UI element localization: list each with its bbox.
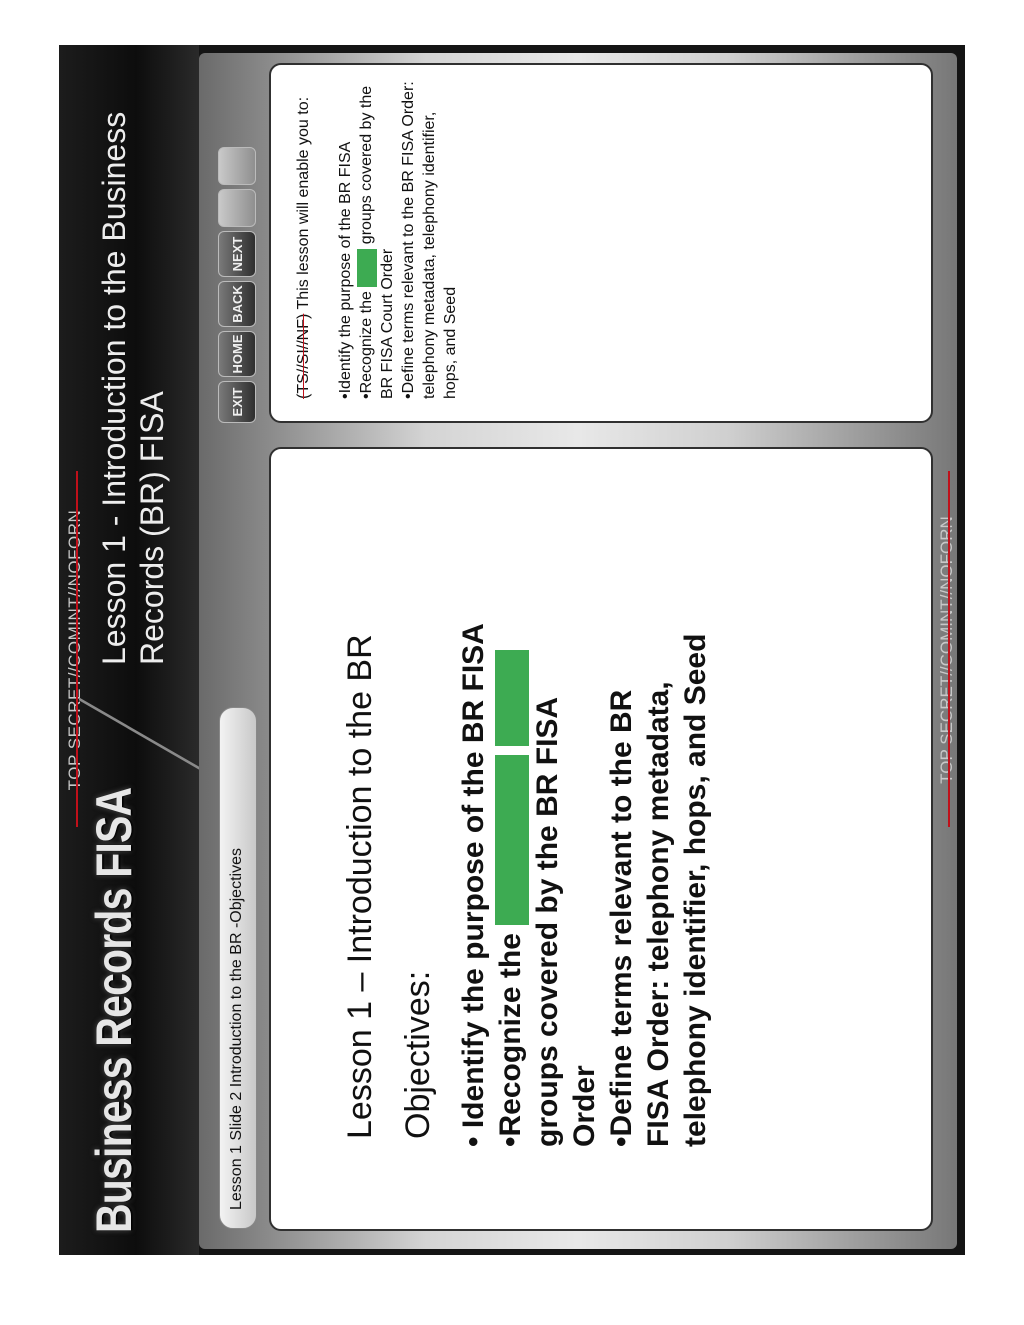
summary-panel: (TS//SI//NF) This lesson will enable you… [269, 63, 933, 423]
home-button[interactable]: HOME [218, 331, 256, 377]
objective-text: Identify the purpose of the BR FISA [457, 623, 490, 1129]
redaction-block [357, 248, 377, 287]
objective-item: •Define terms relevant to the BR FISA Or… [605, 633, 712, 1147]
redaction-block [495, 650, 529, 747]
summary-item-text: Define terms relevant to the BR FISA Ord… [400, 81, 459, 399]
breadcrumb-bar: Lesson 1 Slide 2 Introduction to the BR … [219, 707, 257, 1229]
redaction-block [495, 754, 529, 925]
next-button[interactable]: NEXT [218, 231, 256, 277]
header-divider [79, 697, 199, 770]
lesson-title: Lesson 1 - Introduction to the Business … [96, 111, 170, 665]
navigation-bar: EXIT HOME BACK NEXT [215, 67, 259, 423]
classification-strike-top [76, 471, 78, 827]
classification-marking: (TS//SI//NF) [295, 313, 312, 399]
classification-banner-top: TOP SECRET//COMINT//NOFORN [65, 45, 85, 1255]
nav-placeholder-button [218, 189, 256, 227]
summary-item: •Recognize the groups covered by the BR … [357, 85, 396, 399]
summary-intro: (TS//SI//NF) This lesson will enable you… [293, 81, 314, 399]
summary-item-text: Recognize the [358, 291, 375, 394]
exit-button[interactable]: EXIT [218, 381, 256, 423]
objectives-list: • Identify the purpose of the BR FISA •R… [455, 617, 714, 1147]
app-logo: Business Records FISA [86, 787, 142, 1233]
classification-bottom-text: TOP SECRET//COMINT//NOFORN [937, 516, 956, 784]
objective-item: •Recognize the groups covered by the BR … [492, 617, 603, 1147]
breadcrumb: Lesson 1 Slide 2 Introduction to the BR … [228, 848, 245, 1210]
slide-screen: TOP SECRET//COMINT//NOFORN Business Reco… [59, 45, 965, 1255]
header: TOP SECRET//COMINT//NOFORN Business Reco… [59, 45, 199, 1255]
classification-strike-bottom [948, 471, 950, 827]
objective-item: • Identify the purpose of the BR FISA [457, 623, 490, 1147]
summary-item-text: Identify the purpose of the BR FISA [337, 141, 354, 394]
main-content-panel: Lesson 1 – Introduction to the BR Object… [269, 447, 933, 1231]
summary-item: •Define terms relevant to the BR FISA Or… [400, 81, 459, 399]
back-button[interactable]: BACK [218, 281, 256, 327]
lesson-heading: Lesson 1 – Introduction to the BR [341, 634, 379, 1139]
classification-banner-bottom: TOP SECRET//COMINT//NOFORN [937, 45, 957, 1255]
classification-top-text: TOP SECRET//COMINT//NOFORN [65, 509, 84, 791]
nav-placeholder-button [218, 147, 256, 185]
objective-text: Recognize the [494, 933, 527, 1137]
summary-text: (TS//SI//NF) This lesson will enable you… [293, 81, 461, 399]
summary-item: •Identify the purpose of the BR FISA [337, 141, 354, 399]
objective-text: Define terms relevant to the BR FISA Ord… [605, 633, 712, 1147]
objectives-label: Objectives: [399, 970, 437, 1139]
objective-text: groups covered by the BR FISA Order [531, 698, 601, 1147]
summary-intro-text: This lesson will enable you to: [295, 96, 312, 310]
content-frame: Lesson 1 Slide 2 Introduction to the BR … [199, 53, 957, 1249]
